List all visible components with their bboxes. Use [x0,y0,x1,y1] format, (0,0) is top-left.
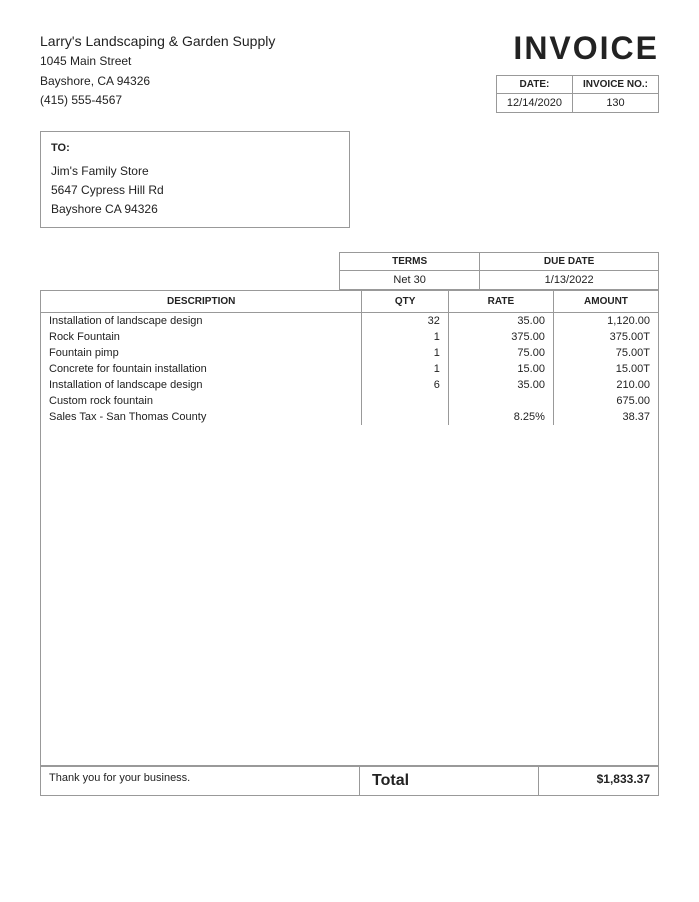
qty-header: QTY [362,291,449,313]
qty-cell [362,393,449,409]
qty-cell: 6 [362,377,449,393]
rate-cell: 75.00 [448,345,553,361]
company-info: Larry's Landscaping & Garden Supply 1045… [40,30,275,110]
due-date-value: 1/13/2022 [480,271,659,290]
qty-cell: 32 [362,313,449,330]
desc-cell: Custom rock fountain [41,393,362,409]
table-row: Fountain pimp 1 75.00 75.00T [41,345,659,361]
thank-you-cell: Thank you for your business. [40,766,359,796]
desc-cell: Rock Fountain [41,329,362,345]
company-name: Larry's Landscaping & Garden Supply [40,30,275,52]
to-name: Jim's Family Store [51,162,339,181]
company-address2: Bayshore, CA 94326 [40,72,275,91]
qty-cell [362,409,449,425]
amount-cell: 38.37 [553,409,658,425]
desc-cell: Installation of landscape design [41,313,362,330]
rate-cell: 15.00 [448,361,553,377]
table-row: Concrete for fountain installation 1 15.… [41,361,659,377]
header-section: Larry's Landscaping & Garden Supply 1045… [40,30,659,113]
rate-cell: 8.25% [448,409,553,425]
rate-cell: 35.00 [448,377,553,393]
spacer-row [41,425,659,765]
invoice-title: INVOICE [496,30,659,67]
description-header: DESCRIPTION [41,291,362,313]
rate-cell [448,393,553,409]
invoice-right: INVOICE DATE: INVOICE NO.: 12/14/2020 13… [496,30,659,113]
to-box: TO: Jim's Family Store 5647 Cypress Hill… [40,131,350,228]
amount-cell: 1,120.00 [553,313,658,330]
invoice-no-value: 130 [572,94,658,113]
to-address2: Bayshore CA 94326 [51,200,339,219]
table-row: Sales Tax - San Thomas County 8.25% 38.3… [41,409,659,425]
date-value: 12/14/2020 [496,94,572,113]
to-section: TO: Jim's Family Store 5647 Cypress Hill… [40,131,659,228]
amount-cell: 375.00T [553,329,658,345]
date-header: DATE: [496,76,572,94]
amount-cell: 75.00T [553,345,658,361]
invoice-meta-table: DATE: INVOICE NO.: 12/14/2020 130 [496,75,659,113]
rate-header: RATE [448,291,553,313]
terms-table: TERMS DUE DATE Net 30 1/13/2022 [339,252,659,290]
terms-section: TERMS DUE DATE Net 30 1/13/2022 [40,252,659,290]
qty-cell: 1 [362,361,449,377]
amount-header: AMOUNT [553,291,658,313]
rate-cell: 35.00 [448,313,553,330]
terms-header: TERMS [340,253,480,271]
amount-cell: 210.00 [553,377,658,393]
main-table-wrapper: DESCRIPTION QTY RATE AMOUNT Installation… [40,290,659,766]
main-table: DESCRIPTION QTY RATE AMOUNT Installation… [40,290,659,766]
table-row: Custom rock fountain 675.00 [41,393,659,409]
desc-cell: Sales Tax - San Thomas County [41,409,362,425]
desc-cell: Concrete for fountain installation [41,361,362,377]
to-address1: 5647 Cypress Hill Rd [51,181,339,200]
rate-cell: 375.00 [448,329,553,345]
qty-cell: 1 [362,329,449,345]
desc-cell: Installation of landscape design [41,377,362,393]
desc-cell: Fountain pimp [41,345,362,361]
company-phone: (415) 555-4567 [40,91,275,110]
to-label: TO: [51,140,339,158]
amount-cell: 675.00 [553,393,658,409]
table-row: Installation of landscape design 32 35.0… [41,313,659,330]
bottom-section: Thank you for your business. Total $1,83… [40,766,659,796]
table-header-row: DESCRIPTION QTY RATE AMOUNT [41,291,659,313]
qty-cell: 1 [362,345,449,361]
amount-cell: 15.00T [553,361,658,377]
total-label-cell: Total [359,766,539,796]
invoice-no-header: INVOICE NO.: [572,76,658,94]
company-address1: 1045 Main Street [40,52,275,71]
terms-value: Net 30 [340,271,480,290]
table-row: Installation of landscape design 6 35.00… [41,377,659,393]
total-amount-cell: $1,833.37 [539,766,659,796]
due-date-header: DUE DATE [480,253,659,271]
table-row: Rock Fountain 1 375.00 375.00T [41,329,659,345]
